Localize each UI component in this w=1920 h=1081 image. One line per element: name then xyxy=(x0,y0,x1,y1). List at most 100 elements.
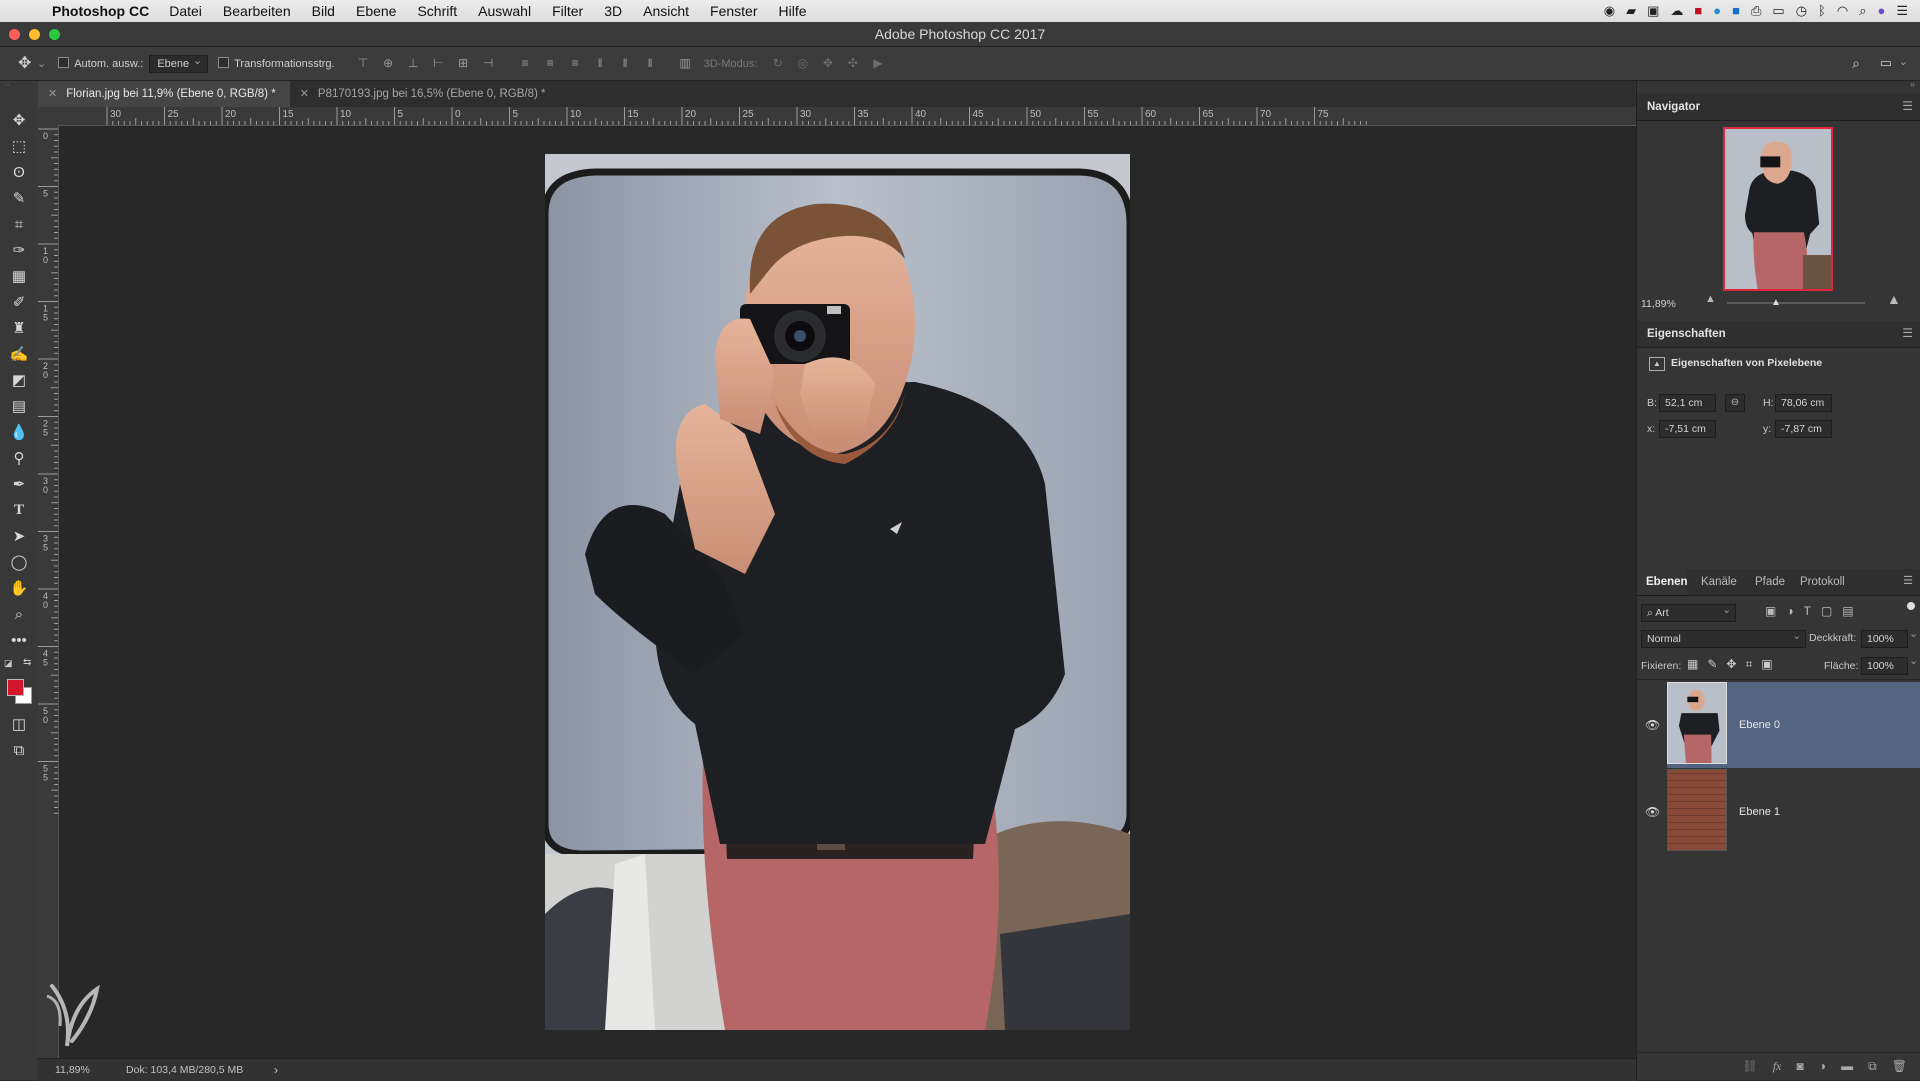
move-tool[interactable]: ✥ xyxy=(0,107,38,133)
align-left-icon[interactable]: ⊢ xyxy=(432,57,445,70)
navigator-zoom-slider[interactable] xyxy=(1727,302,1865,304)
folder-icon[interactable]: ▰ xyxy=(1626,3,1636,19)
lasso-tool[interactable]: ʘ xyxy=(0,159,38,185)
hand-tool[interactable]: ✋ xyxy=(0,575,38,601)
type-tool[interactable]: T xyxy=(0,497,38,523)
layer-name[interactable]: Ebene 0 xyxy=(1739,719,1780,731)
lock-artboard-icon[interactable]: ⌗ xyxy=(1745,657,1761,671)
add-mask-icon[interactable]: ◙ xyxy=(1796,1059,1803,1073)
quick-selection-tool[interactable]: ✎ xyxy=(0,185,38,211)
collapse-panels-icon[interactable]: » xyxy=(1910,79,1915,89)
zoom-in-icon[interactable]: ▲ xyxy=(1887,291,1901,307)
opacity-field[interactable]: 100% xyxy=(1861,630,1908,648)
spotlight-icon[interactable]: ⌕ xyxy=(1859,3,1866,19)
foreground-color-swatch[interactable] xyxy=(7,679,24,696)
adjustment-layer-icon[interactable]: ◑ xyxy=(1819,1059,1826,1073)
app-blue2-icon[interactable]: ■ xyxy=(1732,3,1740,19)
ellipse-tool[interactable]: ◯ xyxy=(0,549,38,575)
default-colors-icon[interactable]: ◪ xyxy=(4,658,13,669)
close-tab-icon[interactable]: ✕ xyxy=(300,81,309,107)
menu-bild[interactable]: Bild xyxy=(312,3,335,19)
auto-select-checkbox[interactable] xyxy=(58,57,74,70)
pen-tool[interactable]: ✒ xyxy=(0,471,38,497)
distribute-hcenter-icon[interactable]: ‖ xyxy=(619,57,632,70)
filter-toggle-icon[interactable] xyxy=(1907,602,1915,610)
more-tools[interactable]: ••• xyxy=(0,627,38,653)
auto-align-icon[interactable]: ▥ xyxy=(679,57,692,70)
menu-bearbeiten[interactable]: Bearbeiten xyxy=(223,3,291,19)
gradient-tool[interactable]: ▤ xyxy=(0,393,38,419)
toolbar-grip[interactable]: ⋅⋅ xyxy=(0,81,38,108)
zoom-out-icon[interactable]: ▲ xyxy=(1705,293,1716,305)
screen-mode-button[interactable]: ⧉ xyxy=(0,737,38,763)
tab-pfade[interactable]: Pfade xyxy=(1755,576,1785,588)
history-brush-tool[interactable]: ✍ xyxy=(0,341,38,367)
menu-ansicht[interactable]: Ansicht xyxy=(643,3,689,19)
lock-all-icon[interactable]: ▣ xyxy=(1761,657,1781,671)
delete-layer-icon[interactable]: 🗑 xyxy=(1892,1059,1907,1073)
record-icon[interactable]: ◉ xyxy=(1604,3,1615,19)
tab-florian[interactable]: ✕ Florian.jpg bei 11,9% (Ebene 0, RGB/8)… xyxy=(38,81,290,107)
zoom-slider-thumb[interactable]: ▲ xyxy=(1771,297,1781,308)
filter-shape-icon[interactable]: ▢ xyxy=(1821,604,1842,618)
crop-tool[interactable]: ⌗ xyxy=(0,211,38,237)
tab-protokoll[interactable]: Protokoll xyxy=(1800,576,1845,588)
layer-filter-dropdown[interactable]: ⌕ Art ⌄ xyxy=(1641,604,1736,622)
ruler-origin[interactable] xyxy=(38,107,58,125)
siri-icon[interactable]: ● xyxy=(1877,3,1885,19)
opacity-chevron-icon[interactable]: ⌄ xyxy=(1909,627,1918,640)
printer-icon[interactable]: ⎙ xyxy=(1751,3,1761,19)
properties-title[interactable]: Eigenschaften xyxy=(1647,328,1726,340)
3d-orbit-icon[interactable]: ↻ xyxy=(771,57,784,70)
navigator-zoom-value[interactable]: 11,89% xyxy=(1641,298,1676,310)
distribute-top-icon[interactable]: ≡ xyxy=(519,57,532,70)
status-zoom[interactable]: 11,89% xyxy=(55,1059,90,1081)
menu-hilfe[interactable]: Hilfe xyxy=(779,3,807,19)
layer-thumbnail[interactable] xyxy=(1667,682,1727,764)
clone-stamp-tool[interactable]: ♜ xyxy=(0,315,38,341)
eyedropper-tool[interactable]: ✑ xyxy=(0,237,38,263)
lock-transparent-icon[interactable]: ▦ xyxy=(1687,657,1707,671)
link-layers-icon[interactable]: ⛓ xyxy=(1742,1059,1757,1073)
marquee-tool[interactable]: ⬚ xyxy=(0,133,38,159)
dodge-tool[interactable]: ⚲ xyxy=(0,445,38,471)
auto-select-target-dropdown[interactable]: Ebene xyxy=(149,54,209,73)
menu-schrift[interactable]: Schrift xyxy=(417,3,457,19)
transform-controls-checkbox[interactable] xyxy=(218,57,234,70)
zoom-window-button[interactable] xyxy=(49,29,60,40)
search-icon[interactable]: ⌕ xyxy=(1852,55,1860,72)
app-red-icon[interactable]: ■ xyxy=(1694,3,1702,19)
time-machine-icon[interactable]: ◷ xyxy=(1796,3,1807,19)
align-hcenter-icon[interactable]: ⊞ xyxy=(457,57,470,70)
3d-slide-icon[interactable]: ✣ xyxy=(846,57,859,70)
tab-p8170193[interactable]: ✕ P8170193.jpg bei 16,5% (Ebene 0, RGB/8… xyxy=(290,81,560,107)
layer-row-ebene-0[interactable]: Ebene 0 xyxy=(1667,682,1920,768)
3d-roll-icon[interactable]: ◎ xyxy=(796,57,809,70)
zoom-tool[interactable]: ⌕ xyxy=(0,601,38,627)
align-right-icon[interactable]: ⊣ xyxy=(482,57,495,70)
layer-name[interactable]: Ebene 1 xyxy=(1739,806,1780,818)
move-tool-icon[interactable]: ✥ xyxy=(18,56,31,72)
menu-filter[interactable]: Filter xyxy=(552,3,583,19)
link-dimensions-icon[interactable]: ⊖ xyxy=(1725,394,1745,412)
swap-colors-icon[interactable]: ⇆ xyxy=(23,657,31,668)
menu-app-name[interactable]: Photoshop CC xyxy=(52,3,149,19)
tab-kanaele[interactable]: Kanäle xyxy=(1701,576,1737,588)
quick-mask-button[interactable]: ◫ xyxy=(0,711,38,737)
status-menu-arrow[interactable]: › xyxy=(274,1059,278,1081)
menu-fenster[interactable]: Fenster xyxy=(710,3,757,19)
path-selection-tool[interactable]: ➤ xyxy=(0,523,38,549)
wifi-icon[interactable]: ◠ xyxy=(1837,3,1848,19)
notification-center-icon[interactable]: ☰ xyxy=(1896,3,1908,19)
new-layer-icon[interactable]: ⧉ xyxy=(1868,1059,1877,1073)
align-bottom-icon[interactable]: ⊥ xyxy=(407,57,420,70)
close-tab-icon[interactable]: ✕ xyxy=(48,81,57,107)
3d-scale-icon[interactable]: ▶ xyxy=(871,57,884,70)
layer-thumbnail[interactable] xyxy=(1667,769,1727,851)
distribute-bottom-icon[interactable]: ≡ xyxy=(569,57,582,70)
workspace-chevron-icon[interactable]: ⌄ xyxy=(1899,55,1908,68)
layer-row-ebene-1[interactable]: Ebene 1 xyxy=(1667,769,1920,855)
fill-field[interactable]: 100% xyxy=(1861,657,1908,675)
app-blue-icon[interactable]: ● xyxy=(1713,3,1721,19)
align-top-icon[interactable]: ⊤ xyxy=(357,57,370,70)
